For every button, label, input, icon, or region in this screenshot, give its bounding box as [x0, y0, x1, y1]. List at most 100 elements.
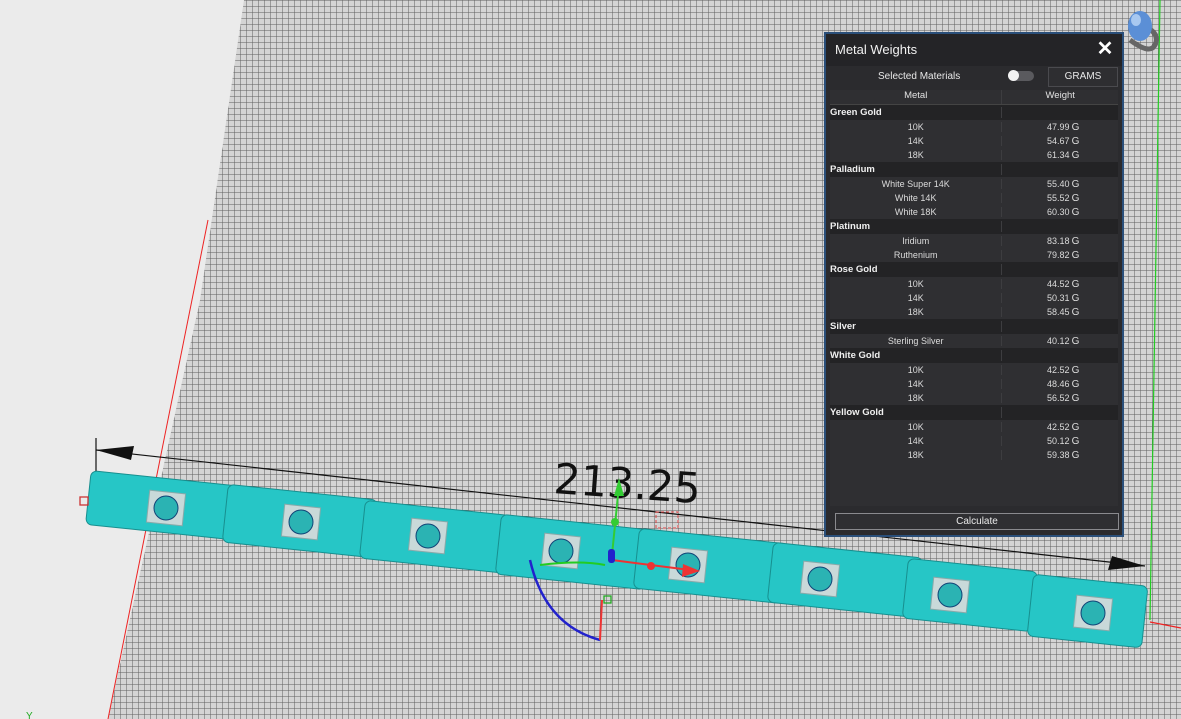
metal-cell: 14K	[830, 436, 1003, 446]
table-row[interactable]: 10K 42.52 G	[830, 420, 1118, 434]
panel-header: Metal Weights ✕	[826, 34, 1122, 66]
table-group-header: Silver	[830, 319, 1118, 334]
weight-value: 56.52	[1047, 392, 1070, 403]
metal-cell: 14K	[830, 136, 1003, 146]
weight-unit: G	[1071, 278, 1080, 290]
weight-value: 61.34	[1047, 149, 1070, 160]
table-group-header: Palladium	[830, 162, 1118, 177]
weight-cell: 79.82 G	[1002, 250, 1118, 261]
table-group-header: White Gold	[830, 348, 1118, 363]
metal-cell: 18K	[830, 307, 1003, 317]
table-row[interactable]: 18K 56.52 G	[830, 391, 1118, 405]
weight-cell: 59.38 G	[1002, 450, 1118, 461]
selected-materials-toggle[interactable]	[1008, 70, 1034, 81]
table-row[interactable]: 10K 42.52 G	[830, 363, 1118, 377]
table-row[interactable]: White 18K 60.30 G	[830, 205, 1118, 219]
group-name: Silver	[830, 321, 1003, 332]
weight-value: 48.46	[1047, 378, 1070, 389]
selected-materials-label: Selected Materials	[878, 71, 961, 82]
weight-cell: 44.52 G	[1002, 279, 1118, 290]
weight-value: 83.18	[1047, 235, 1070, 246]
group-name: Green Gold	[830, 107, 1003, 118]
table-row[interactable]: 14K 54.67 G	[830, 134, 1118, 148]
weight-value: 79.82	[1047, 249, 1070, 260]
panel-title: Metal Weights	[835, 42, 918, 57]
group-name: Yellow Gold	[830, 407, 1003, 418]
metal-cell: 18K	[830, 450, 1003, 460]
weight-cell: 47.99 G	[1002, 122, 1118, 133]
table-row[interactable]: White 14K 55.52 G	[830, 191, 1118, 205]
weight-cell: 42.52 G	[1002, 422, 1118, 433]
weight-unit: G	[1071, 364, 1080, 376]
table-group-header: Green Gold	[830, 105, 1118, 120]
toggle-knob	[1008, 70, 1019, 81]
weight-cell: 60.30 G	[1002, 207, 1118, 218]
table-row[interactable]: Sterling Silver 40.12 G	[830, 334, 1118, 348]
table-row[interactable]: 14K 48.46 G	[830, 377, 1118, 391]
metal-cell: Ruthenium	[830, 250, 1003, 260]
weight-unit: G	[1071, 306, 1080, 318]
weight-unit: G	[1071, 335, 1080, 347]
weight-value: 60.30	[1047, 206, 1070, 217]
weight-value: 44.52	[1047, 278, 1070, 289]
weight-cell: 56.52 G	[1002, 393, 1118, 404]
weight-unit: G	[1071, 149, 1080, 161]
metal-cell: 18K	[830, 150, 1003, 160]
metal-cell: 14K	[830, 379, 1003, 389]
weight-unit: G	[1071, 235, 1080, 247]
weight-value: 42.52	[1047, 421, 1070, 432]
weights-table: Metal Weight Green Gold 10K 47.99 G 14K 54.67…	[830, 90, 1118, 506]
metal-cell: Sterling Silver	[830, 336, 1003, 346]
weight-cell: 55.40 G	[1002, 179, 1118, 190]
weight-cell: 61.34 G	[1002, 150, 1118, 161]
weight-value: 50.12	[1047, 435, 1070, 446]
weight-unit: G	[1071, 392, 1080, 404]
table-row[interactable]: 14K 50.12 G	[830, 434, 1118, 448]
table-group-header: Rose Gold	[830, 262, 1118, 277]
table-row[interactable]: Ruthenium 79.82 G	[830, 248, 1118, 262]
weight-unit: G	[1071, 121, 1080, 133]
column-header-metal: Metal	[830, 90, 1003, 104]
table-row[interactable]: 14K 50.31 G	[830, 291, 1118, 305]
close-icon[interactable]: ✕	[1094, 37, 1116, 61]
table-row[interactable]: 10K 44.52 G	[830, 277, 1118, 291]
metal-cell: White 18K	[830, 207, 1003, 217]
table-row[interactable]: 18K 61.34 G	[830, 148, 1118, 162]
weight-unit: G	[1071, 249, 1080, 261]
weight-cell: 50.12 G	[1002, 436, 1118, 447]
table-row[interactable]: 18K 59.38 G	[830, 448, 1118, 462]
table-row[interactable]: 10K 47.99 G	[830, 120, 1118, 134]
weight-value: 50.31	[1047, 292, 1070, 303]
weight-cell: 42.52 G	[1002, 365, 1118, 376]
table-row[interactable]: 18K 58.45 G	[830, 305, 1118, 319]
metal-cell: 10K	[830, 122, 1003, 132]
column-header-weight: Weight	[1045, 90, 1075, 101]
weight-cell: 83.18 G	[1002, 236, 1118, 247]
metal-cell: White 14K	[830, 193, 1003, 203]
weight-value: 55.40	[1047, 178, 1070, 189]
weight-value: 59.38	[1047, 449, 1070, 460]
group-name: Rose Gold	[830, 264, 1003, 275]
table-body: Green Gold 10K 47.99 G 14K 54.67 G 18K 61.34 G Pal…	[830, 105, 1118, 462]
weight-cell: 58.45 G	[1002, 307, 1118, 318]
metal-cell: 10K	[830, 365, 1003, 375]
calculate-button[interactable]: Calculate	[835, 513, 1119, 530]
weight-unit: G	[1071, 378, 1080, 390]
table-row[interactable]: Iridium 83.18 G	[830, 234, 1118, 248]
weight-cell: 40.12 G	[1002, 336, 1118, 347]
weight-cell: 54.67 G	[1002, 136, 1118, 147]
weight-value: 40.12	[1047, 335, 1070, 346]
panel-toolbar: Selected Materials GRAMS	[826, 66, 1122, 88]
table-row[interactable]: White Super 14K 55.40 G	[830, 177, 1118, 191]
metal-weights-panel: Metal Weights ✕ Selected Materials GRAMS…	[824, 32, 1124, 537]
weight-value: 58.45	[1047, 306, 1070, 317]
group-name: White Gold	[830, 350, 1003, 361]
weight-value: 47.99	[1047, 121, 1070, 132]
table-group-header: Platinum	[830, 219, 1118, 234]
table-group-header: Yellow Gold	[830, 405, 1118, 420]
metal-cell: 18K	[830, 393, 1003, 403]
weight-unit: G	[1071, 435, 1080, 447]
unit-button[interactable]: GRAMS	[1048, 67, 1118, 87]
metal-cell: 10K	[830, 422, 1003, 432]
weight-cell: 50.31 G	[1002, 293, 1118, 304]
